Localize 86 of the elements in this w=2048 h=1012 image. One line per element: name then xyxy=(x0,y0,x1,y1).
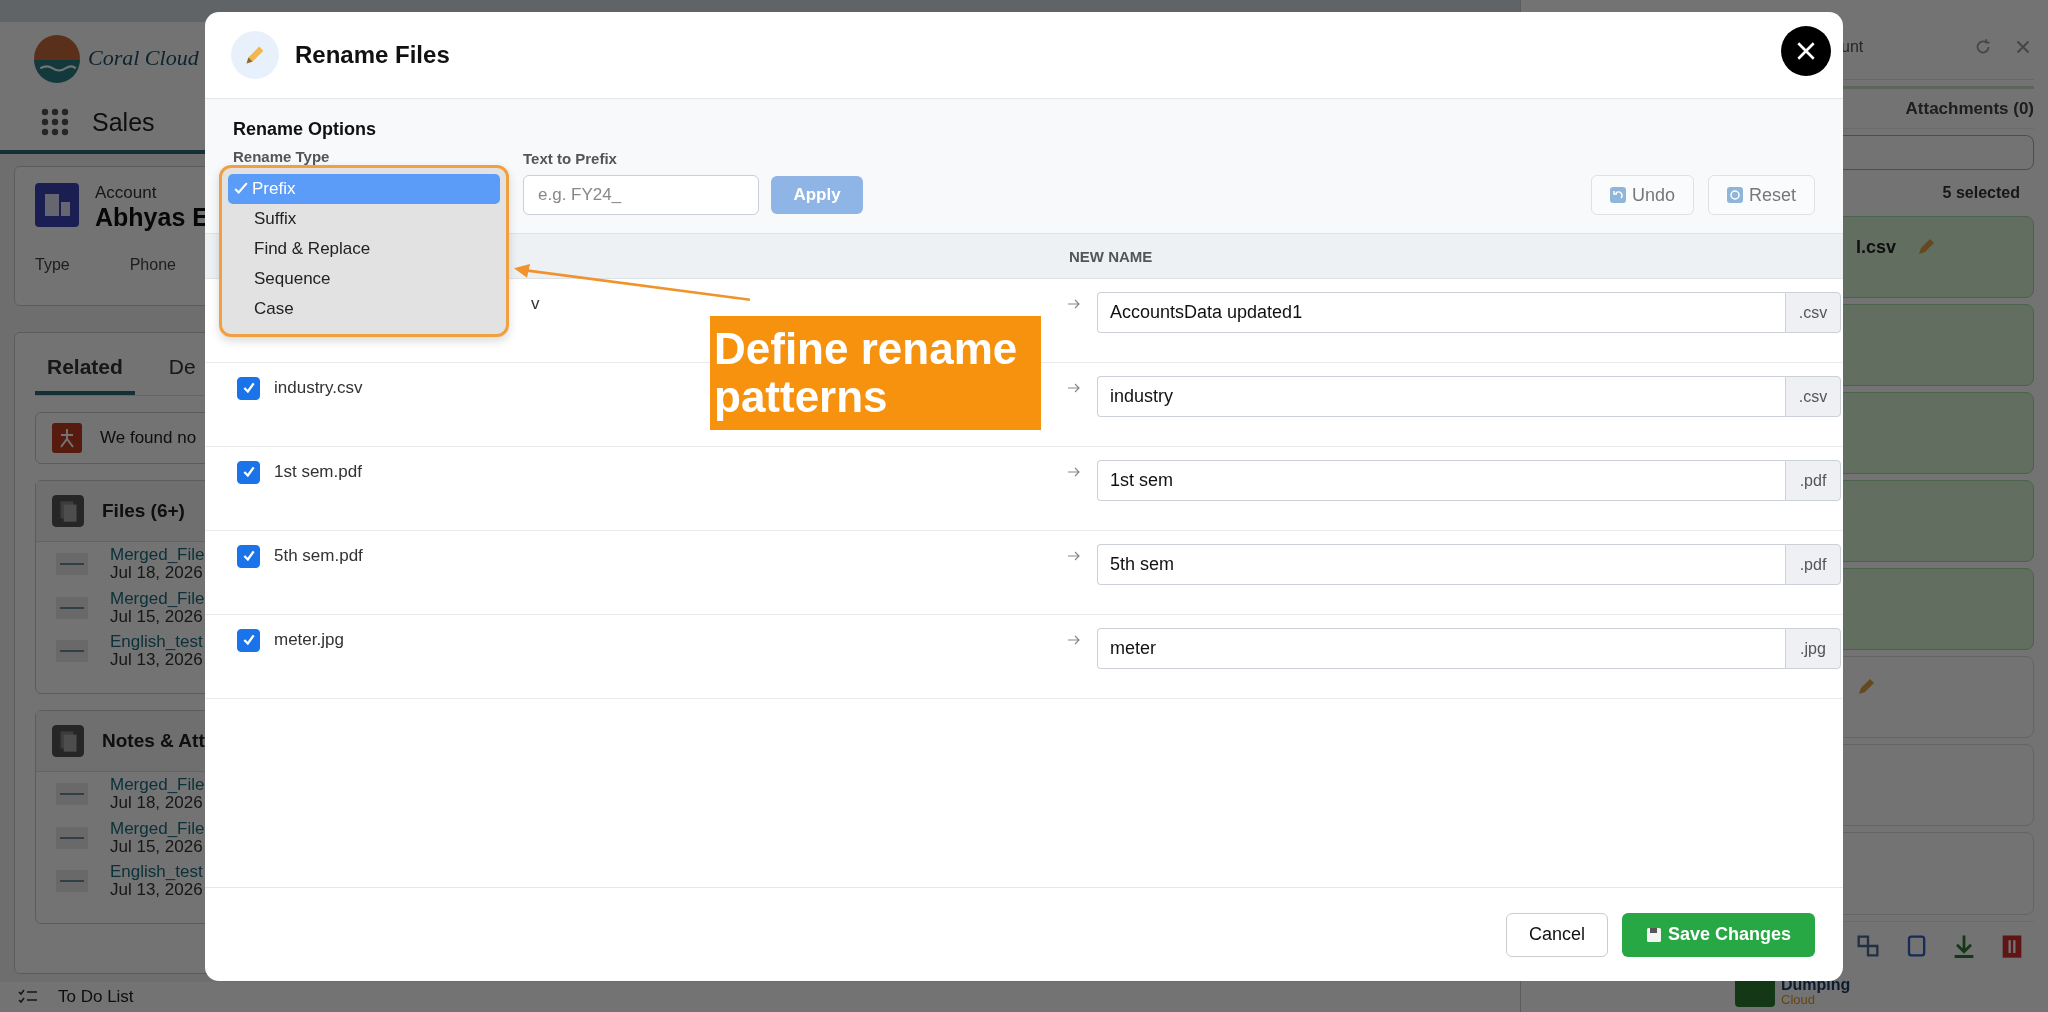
checkmark-icon xyxy=(241,633,256,647)
field-label: Text to Prefix xyxy=(523,150,618,167)
original-file-name: v xyxy=(531,294,540,314)
close-button[interactable] xyxy=(1781,26,1831,76)
arrow-icon xyxy=(1067,467,1081,477)
extension-label: .csv xyxy=(1785,376,1841,417)
checkmark-icon xyxy=(234,182,248,196)
extension-label: .jpg xyxy=(1785,628,1841,669)
apply-button[interactable]: Apply xyxy=(771,176,863,214)
document-icon xyxy=(52,725,84,758)
utility-label[interactable]: To Do List xyxy=(58,987,134,1007)
file-link[interactable]: English_test xyxy=(110,863,203,882)
extension-label: .pdf xyxy=(1785,544,1841,585)
field-label: Phone xyxy=(129,256,176,274)
menu-option[interactable]: Find & Replace xyxy=(228,234,500,264)
callout-label: Define rename patterns xyxy=(710,316,1041,430)
checkbox[interactable] xyxy=(237,544,260,568)
checkmark-icon xyxy=(241,381,256,395)
document-icon xyxy=(52,495,84,527)
checkbox[interactable] xyxy=(237,376,260,400)
file-link[interactable]: Merged_File xyxy=(110,546,205,564)
menu-option[interactable]: Suffix xyxy=(228,204,500,234)
tab[interactable]: Related xyxy=(35,343,135,395)
menu-option[interactable]: Sequence xyxy=(228,264,500,294)
close-icon xyxy=(1795,40,1817,62)
app-launcher-icon[interactable] xyxy=(40,107,70,137)
arrow-icon xyxy=(1067,635,1081,645)
person-icon xyxy=(52,423,82,453)
new-name-field[interactable]: meter xyxy=(1097,628,1785,669)
original-file-name: 5th sem.pdf xyxy=(274,546,363,566)
extension-label: .pdf xyxy=(1785,460,1841,501)
tab[interactable]: De xyxy=(156,343,208,395)
checkbox[interactable] xyxy=(237,628,260,652)
brand-name: Cloud xyxy=(1781,993,1815,1007)
file-date: Jul 13, 2026 xyxy=(110,651,203,670)
file-link[interactable]: English_test xyxy=(110,633,203,652)
file-link[interactable]: Merged_File xyxy=(110,589,205,608)
original-file-name: meter.jpg xyxy=(274,630,344,650)
undo-icon xyxy=(1609,187,1626,203)
file-name: l.csv xyxy=(1856,236,1897,258)
building-icon xyxy=(35,183,79,227)
arrow-icon xyxy=(1067,299,1081,309)
object-label: Account xyxy=(95,183,158,203)
checkbox[interactable] xyxy=(237,460,260,484)
file-date: Jul 15, 2026 xyxy=(110,607,203,626)
app-name: Coral Cloud xyxy=(88,45,199,71)
field-label: Type xyxy=(35,256,70,274)
pencil-icon xyxy=(231,31,279,79)
checklist-icon xyxy=(18,989,38,1005)
undo-button[interactable]: Undo xyxy=(1590,175,1694,215)
menu-option[interactable]: Case xyxy=(228,294,500,324)
file-link[interactable]: Merged_File xyxy=(110,819,205,838)
new-name-field[interactable]: 1st sem xyxy=(1097,460,1785,501)
file-date: Jul 18, 2026 xyxy=(110,793,203,812)
notice-text: We found no xyxy=(100,428,197,448)
field-label: Rename Type xyxy=(233,148,331,165)
reset-icon xyxy=(1726,187,1743,203)
file-link[interactable]: Merged_File xyxy=(110,776,205,794)
list-title: Notes & Att xyxy=(102,730,205,753)
prefix-input[interactable]: e.g. FY24_ xyxy=(523,175,759,215)
column-header: NEW NAME xyxy=(1069,247,1153,265)
original-file-name: industry.csv xyxy=(274,378,363,398)
app-title: Sales xyxy=(92,107,155,137)
menu-option[interactable]: Prefix xyxy=(228,174,500,204)
file-date: Jul 13, 2026 xyxy=(110,881,203,900)
save-button[interactable]: Save Changes xyxy=(1621,912,1815,957)
cancel-button[interactable]: Cancel xyxy=(1505,912,1608,957)
list-title: Files (6+) xyxy=(102,500,185,522)
reset-button[interactable]: Reset xyxy=(1707,175,1815,215)
attachments-tab[interactable]: Attachments (0) xyxy=(1905,98,2034,119)
section-title: Rename Options xyxy=(233,119,378,140)
extension-label: .csv xyxy=(1785,292,1841,333)
dialog-title: Rename Files xyxy=(295,41,450,69)
selection-count: 5 selected xyxy=(1942,183,2020,202)
checkmark-icon xyxy=(241,549,256,563)
file-date: Jul 15, 2026 xyxy=(110,837,203,856)
logo-icon xyxy=(32,33,82,83)
new-name-field[interactable]: industry xyxy=(1097,376,1785,417)
checkmark-icon xyxy=(241,465,256,479)
new-name-field[interactable]: 5th sem xyxy=(1097,544,1785,585)
original-file-name: 1st sem.pdf xyxy=(274,462,362,482)
arrow-icon xyxy=(1067,383,1081,393)
new-name-field[interactable]: AccountsData updated1 xyxy=(1097,292,1785,333)
arrow-icon xyxy=(1067,551,1081,561)
pencil-icon[interactable] xyxy=(1916,236,1937,257)
file-date: Jul 18, 2026 xyxy=(110,563,203,582)
